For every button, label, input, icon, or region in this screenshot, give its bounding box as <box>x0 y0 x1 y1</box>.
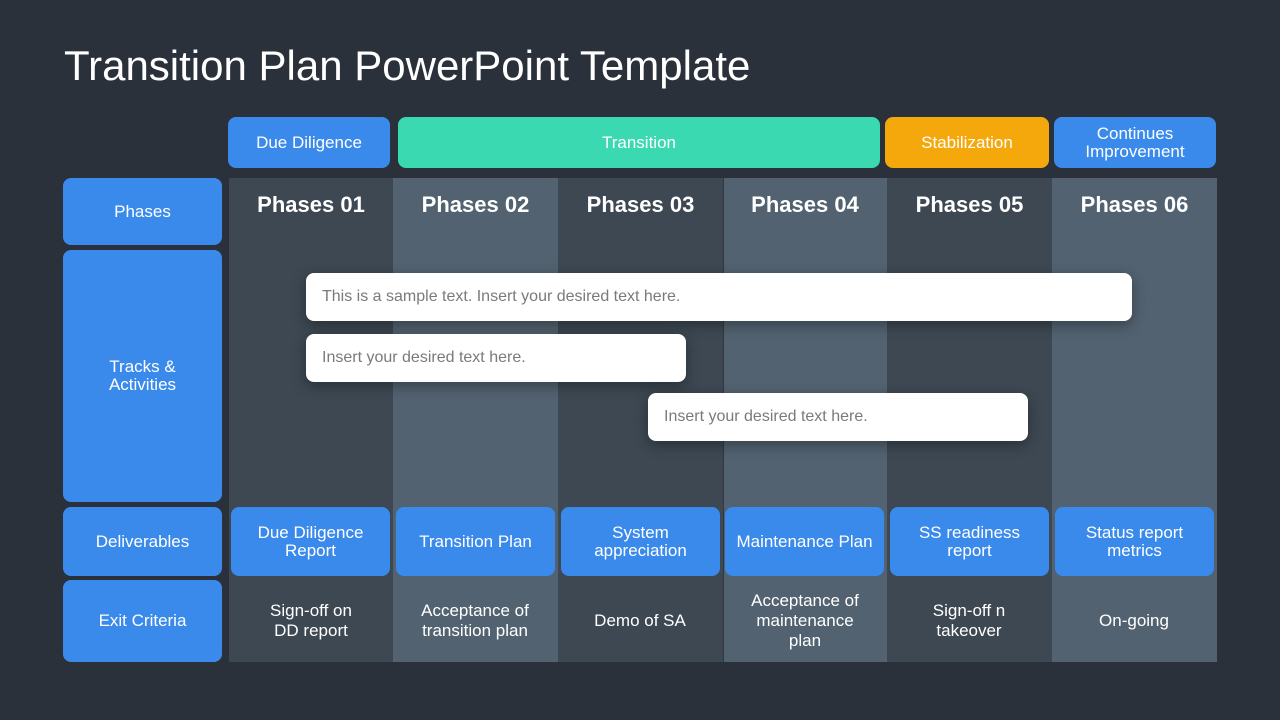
exit-criteria-text: Demo of SA <box>594 611 686 630</box>
track-bar: Insert your desired text here. <box>306 334 686 382</box>
slide-title: Transition Plan PowerPoint Template <box>64 42 751 89</box>
row-label-deliverables: Deliverables <box>63 507 222 576</box>
exit-criteria-text: Acceptance of maintenance plan <box>751 591 859 650</box>
deliverable-box: System appreciation <box>561 507 720 576</box>
deliverable-box: Due Diligence Report <box>231 507 390 576</box>
deliverable-box: Status report metrics <box>1055 507 1214 576</box>
stage-stabilization: Stabilization <box>885 117 1049 168</box>
stage-transition: Transition <box>398 117 880 168</box>
phase-title: Phases 05 <box>915 192 1024 217</box>
phase-title: Phases 06 <box>1080 192 1189 217</box>
deliverable-box: SS readiness report <box>890 507 1049 576</box>
phase-title: Phases 01 <box>257 192 365 217</box>
phase-title: Phases 03 <box>586 192 695 217</box>
phase-title: Phases 02 <box>421 192 530 217</box>
stage-continues-improvement: Continues Improvement <box>1054 117 1216 168</box>
deliverable-box: Maintenance Plan <box>725 507 884 576</box>
track-bar: Insert your desired text here. <box>648 393 1028 441</box>
exit-criteria-text: On-going <box>1099 611 1169 630</box>
exit-criteria-text: Acceptance of transition plan <box>421 601 529 640</box>
exit-criteria-text: Sign-off on DD report <box>270 601 352 640</box>
row-label-exit-criteria: Exit Criteria <box>63 580 222 662</box>
track-bar: This is a sample text. Insert your desir… <box>306 273 1132 321</box>
deliverable-box: Transition Plan <box>396 507 555 576</box>
row-label-tracks: Tracks & Activities <box>63 250 222 502</box>
phase-title: Phases 04 <box>751 192 859 217</box>
stage-due-diligence: Due Diligence <box>228 117 390 168</box>
exit-criteria-text: Sign-off n takeover <box>932 601 1006 640</box>
row-label-phases: Phases <box>63 178 222 245</box>
